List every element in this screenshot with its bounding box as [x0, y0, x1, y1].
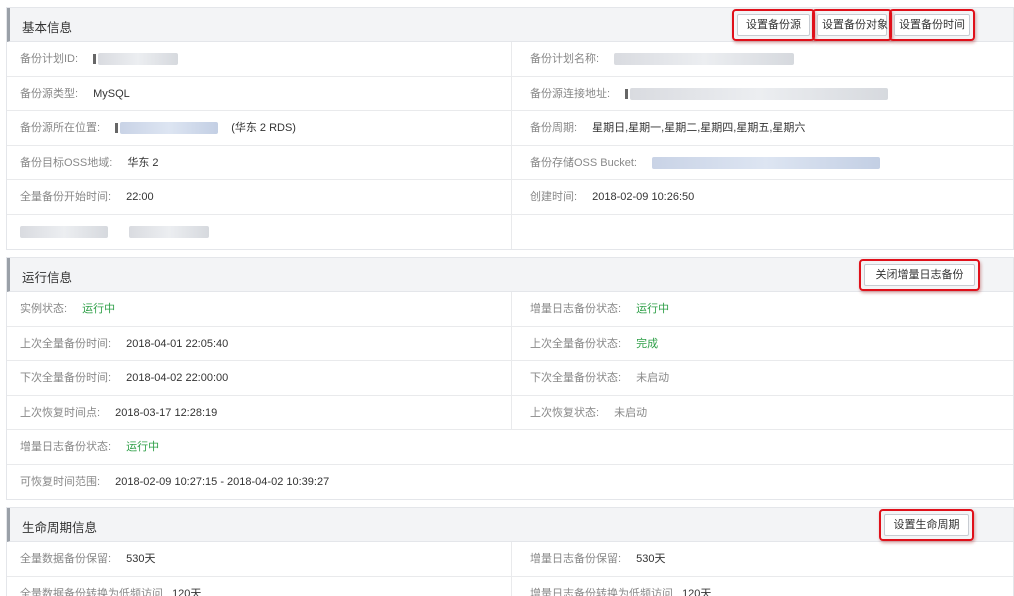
last-restore-point-label: 上次恢复时间点:	[20, 406, 101, 419]
connection-address-label: 备份源连接地址:	[530, 87, 611, 100]
full-backup-retention-label: 全量数据备份保留:	[20, 553, 112, 565]
inc-log-ia-value: 120天	[682, 587, 712, 596]
set-backup-object-button[interactable]: 设置备份对象	[812, 9, 892, 41]
life-row-2: 全量数据备份转换为低频访问 120天 增量日志备份转换为低频访问 120天	[7, 576, 1013, 596]
plan-name-label: 备份计划名称:	[530, 53, 600, 65]
run-row-3: 下次全量备份时间: 2018-04-02 22:00:00 下次全量备份状态: …	[7, 361, 1013, 396]
created-time-value: 2018-02-09 10:26:50	[592, 191, 695, 203]
last-restore-point-value: 2018-03-17 12:28:19	[115, 406, 218, 419]
life-row-1: 全量数据备份保留: 530天 增量日志备份保留: 530天	[7, 542, 1013, 577]
instance-status-label: 实例状态:	[20, 303, 68, 315]
inc-log-status-value-2: 运行中	[126, 441, 160, 453]
source-location-value: (华东 2 RDS)	[231, 122, 296, 134]
last-full-backup-time-label: 上次全量备份时间:	[20, 337, 112, 350]
last-restore-status-label: 上次恢复状态:	[530, 406, 600, 419]
inc-log-ia-label: 增量日志备份转换为低频访问	[530, 587, 673, 596]
next-full-backup-status-label: 下次全量备份状态:	[530, 372, 622, 384]
run-info-header: 运行信息 关闭增量日志备份	[7, 258, 1013, 292]
oss-region-label: 备份目标OSS地域:	[20, 156, 113, 169]
full-backup-start-value: 22:00	[126, 191, 154, 203]
last-restore-status-value: 未启动	[614, 406, 648, 419]
redacted-instance-id	[120, 122, 219, 135]
plan-id-label: 备份计划ID:	[20, 53, 79, 65]
oss-region-value: 华东 2	[127, 156, 159, 169]
basic-info-header: 基本信息 设置备份源 设置备份对象 设置备份时间	[7, 8, 1013, 42]
created-time-label: 创建时间:	[530, 191, 578, 203]
inc-log-retention-value: 530天	[636, 553, 666, 565]
redacted-mark	[115, 123, 119, 134]
basic-row-2: 备份源类型: MySQL 备份源连接地址:	[7, 76, 1013, 111]
redacted-mark	[93, 54, 97, 65]
basic-row-4: 备份目标OSS地域: 华东 2 备份存储OSS Bucket:	[7, 145, 1013, 180]
basic-info-section: 基本信息 设置备份源 设置备份对象 设置备份时间 备份计划ID: 备份计划名称:…	[6, 7, 1014, 250]
run-info-title: 运行信息	[22, 271, 73, 285]
set-backup-time-button[interactable]: 设置备份时间	[889, 9, 975, 41]
run-info-section: 运行信息 关闭增量日志备份 实例状态: 运行中 增量日志备份状态: 运行中 上次…	[6, 257, 1014, 500]
lifecycle-info-title: 生命周期信息	[22, 521, 98, 535]
restorable-range-label: 可恢复时间范围:	[20, 475, 101, 488]
basic-row-1: 备份计划ID: 备份计划名称:	[7, 42, 1013, 77]
run-row-5: 增量日志备份状态: 运行中	[7, 430, 1013, 465]
instance-status-value: 运行中	[82, 303, 116, 315]
redacted-oss-bucket	[652, 156, 881, 169]
run-row-6: 可恢复时间范围: 2018-02-09 10:27:15 - 2018-04-0…	[7, 465, 1013, 500]
lifecycle-info-header: 生命周期信息 设置生命周期	[7, 508, 1013, 542]
redacted-plan-id	[98, 53, 179, 66]
inc-log-status-label: 增量日志备份状态:	[530, 303, 622, 315]
source-type-label: 备份源类型:	[20, 87, 79, 100]
run-row-2: 上次全量备份时间: 2018-04-01 22:05:40 上次全量备份状态: …	[7, 326, 1013, 361]
lifecycle-info-section: 生命周期信息 设置生命周期 全量数据备份保留: 530天 增量日志备份保留: 5…	[6, 507, 1014, 596]
full-backup-ia-value: 120天	[172, 587, 202, 596]
backup-plan-detail-page: 基本信息 设置备份源 设置备份对象 设置备份时间 备份计划ID: 备份计划名称:…	[0, 0, 1014, 596]
full-backup-retention-value: 530天	[126, 553, 156, 565]
run-row-4: 上次恢复时间点: 2018-03-17 12:28:19 上次恢复状态: 未启动	[7, 395, 1013, 430]
next-full-backup-status-value: 未启动	[636, 372, 670, 384]
last-full-backup-status-value: 完成	[636, 337, 659, 350]
set-lifecycle-button[interactable]: 设置生命周期	[879, 509, 974, 541]
redacted-plan-name	[614, 53, 795, 66]
next-full-backup-time-label: 下次全量备份时间:	[20, 372, 112, 384]
full-backup-ia-label: 全量数据备份转换为低频访问	[20, 587, 163, 596]
redacted-label	[20, 225, 108, 238]
full-backup-start-label: 全量备份开始时间:	[20, 191, 112, 203]
inc-log-retention-label: 增量日志备份保留:	[530, 553, 622, 565]
source-location-label: 备份源所在位置:	[20, 122, 101, 134]
basic-row-5: 全量备份开始时间: 22:00 创建时间: 2018-02-09 10:26:5…	[7, 180, 1013, 215]
last-full-backup-status-label: 上次全量备份状态:	[530, 337, 622, 350]
redacted-mark	[625, 88, 629, 99]
backup-period-label: 备份周期:	[530, 122, 578, 134]
set-backup-source-button[interactable]: 设置备份源	[732, 9, 815, 41]
basic-row-3: 备份源所在位置: (华东 2 RDS) 备份周期: 星期日,星期一,星期二,星期…	[7, 111, 1013, 146]
oss-bucket-label: 备份存储OSS Bucket:	[530, 156, 637, 169]
redacted-value	[129, 225, 210, 238]
last-full-backup-time-value: 2018-04-01 22:05:40	[126, 337, 229, 350]
inc-log-status-label-2: 增量日志备份状态:	[20, 441, 112, 453]
next-full-backup-time-value: 2018-04-02 22:00:00	[126, 372, 229, 384]
run-row-1: 实例状态: 运行中 增量日志备份状态: 运行中	[7, 292, 1013, 327]
source-type-value: MySQL	[93, 87, 130, 100]
basic-info-title: 基本信息	[22, 21, 73, 35]
basic-row-6	[7, 214, 1013, 250]
inc-log-status-value: 运行中	[636, 303, 670, 315]
redacted-connection-address	[630, 87, 889, 100]
disable-incremental-log-backup-button[interactable]: 关闭增量日志备份	[859, 259, 980, 291]
backup-period-value: 星期日,星期一,星期二,星期四,星期五,星期六	[592, 122, 806, 134]
restorable-range-value: 2018-02-09 10:27:15 - 2018-04-02 10:39:2…	[115, 475, 330, 488]
